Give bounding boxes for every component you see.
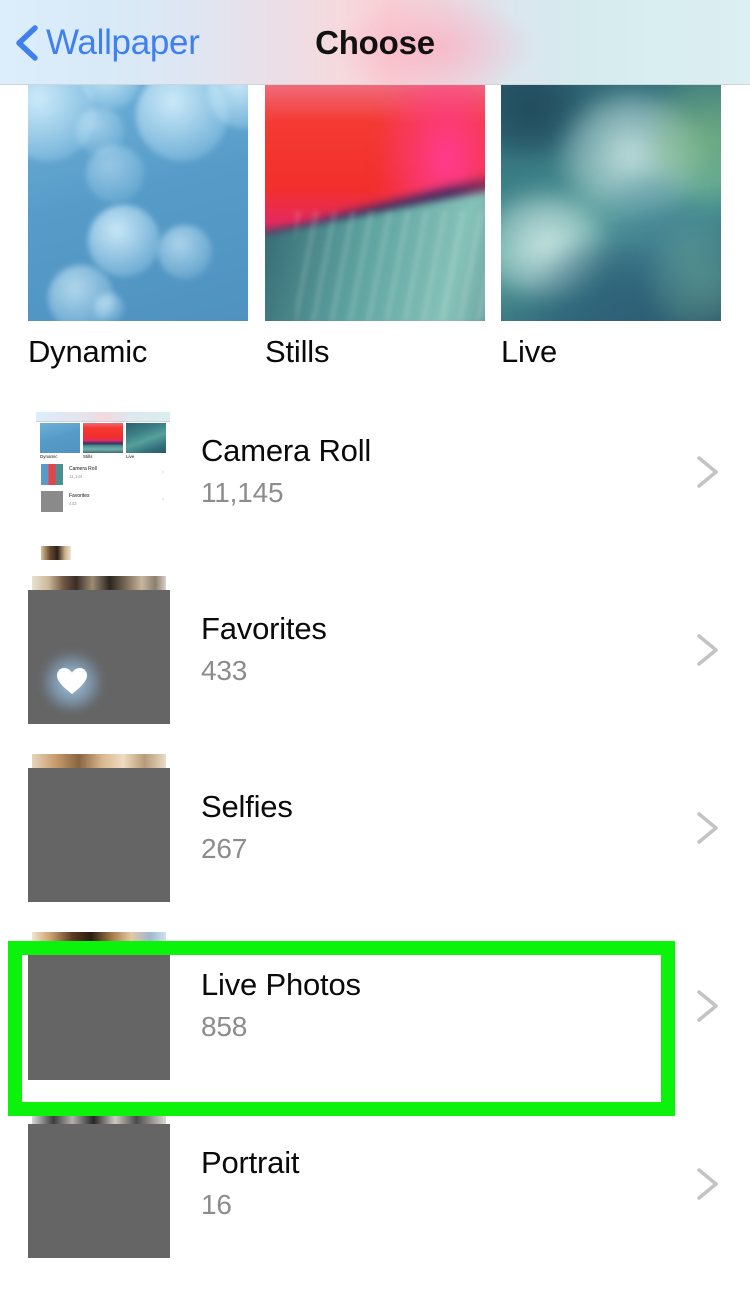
album-title: Selfies [201, 789, 293, 825]
album-title: Live Photos [201, 967, 361, 1003]
mini-album-title: Favorites [69, 493, 90, 499]
chevron-right-icon [697, 456, 718, 488]
live-wallpaper-thumbnail [501, 85, 721, 321]
redacted-thumbnail [28, 1124, 170, 1258]
back-button-label: Wallpaper [46, 23, 200, 62]
back-button[interactable]: Wallpaper [14, 0, 200, 84]
category-tile-label: Live [501, 334, 558, 369]
mini-album-row: Favorites 433 › [36, 488, 170, 515]
stills-wallpaper-thumbnail [265, 85, 485, 321]
dynamic-wallpaper-thumbnail [28, 85, 248, 321]
redacted-thumbnail [28, 590, 170, 724]
chevron-right-icon [697, 812, 718, 844]
album-row-live-photos[interactable]: Live Photos 858 [0, 917, 750, 1095]
category-tile-label: Dynamic [28, 334, 148, 369]
mini-chevron-right-icon: › [162, 470, 164, 476]
album-thumbnail [28, 1110, 170, 1258]
category-tile-label: Stills [265, 334, 330, 369]
mini-album-count: 433 [69, 501, 77, 506]
recursive-screenshot-thumbnail: Dynamic Stills Live Camera Roll 11,144 ›… [36, 412, 170, 562]
chevron-left-icon [16, 24, 38, 61]
album-text-block: Selfies 267 [201, 789, 686, 867]
album-row-portrait[interactable]: Portrait 16 [0, 1095, 750, 1273]
category-tile-dynamic[interactable]: Dynamic [28, 85, 248, 369]
album-count: 11,145 [201, 476, 284, 508]
album-text-block: Live Photos 858 [201, 967, 686, 1045]
album-title: Portrait [201, 1145, 300, 1181]
heart-icon [40, 652, 104, 710]
album-title: Camera Roll [201, 433, 372, 469]
mini-chevron-right-icon: › [162, 497, 164, 503]
album-list: Dynamic Stills Live Camera Roll 11,144 ›… [0, 383, 750, 1273]
chevron-right-icon [697, 1168, 718, 1200]
album-count: 858 [201, 1010, 248, 1042]
album-thumbnail [28, 754, 170, 902]
album-count: 433 [201, 654, 248, 686]
chevron-right-icon [697, 634, 718, 666]
mini-album-row: Camera Roll 11,144 › [36, 461, 170, 488]
album-count: 267 [201, 832, 248, 864]
mini-category-label: Stills [83, 454, 93, 459]
album-count: 16 [201, 1188, 232, 1220]
album-thumbnail [28, 932, 170, 1080]
mini-category-label: Dynamic [40, 454, 58, 459]
navigation-bar: Wallpaper Choose [0, 0, 750, 85]
album-text-block: Camera Roll 11,145 [201, 433, 686, 511]
mini-album-count: 11,144 [69, 474, 83, 479]
album-title: Favorites [201, 611, 327, 647]
mini-album-title: Camera Roll [69, 466, 97, 472]
album-text-block: Favorites 433 [201, 611, 686, 689]
chevron-right-icon [697, 990, 718, 1022]
album-thumbnail [28, 576, 170, 724]
wallpaper-category-tiles: Dynamic Stills Live [0, 85, 750, 383]
album-thumbnail: Dynamic Stills Live Camera Roll 11,144 ›… [28, 398, 170, 562]
album-text-block: Portrait 16 [201, 1145, 686, 1223]
mini-category-label: Live [126, 454, 135, 459]
album-row-camera-roll[interactable]: Dynamic Stills Live Camera Roll 11,144 ›… [0, 383, 750, 562]
album-row-favorites[interactable]: Favorites 433 [0, 561, 750, 739]
redacted-thumbnail [28, 946, 170, 1080]
category-tile-live[interactable]: Live [501, 85, 721, 369]
category-tile-stills[interactable]: Stills [265, 85, 485, 369]
redacted-thumbnail [28, 768, 170, 902]
album-row-selfies[interactable]: Selfies 267 [0, 739, 750, 917]
